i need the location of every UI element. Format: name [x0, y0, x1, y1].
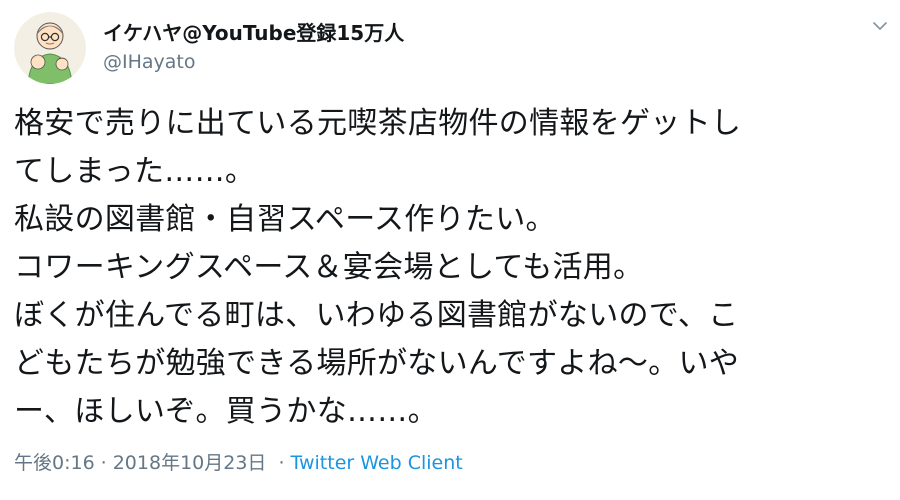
tweet-text-line: 私設の図書館・自習スペース作りたい。 — [14, 202, 556, 237]
separator: · — [278, 452, 285, 474]
tweet-card: イケハヤ@YouTube登録15万人 @IHayato 格安で売りに出ている元喫… — [0, 0, 900, 500]
source-link[interactable]: Twitter Web Client — [291, 452, 463, 474]
tweet-text-line: ー、ほしいぞ。買うかな……。 — [14, 394, 438, 429]
user-handle[interactable]: @IHayato — [103, 50, 196, 74]
avatar[interactable] — [14, 12, 86, 84]
date-text: 2018年10月23日 — [112, 452, 267, 474]
time-text: 午後0:16 — [14, 452, 95, 474]
tweet-text-line: ぼくが住んでる町は、いわゆる図書館がないので、こ — [14, 298, 739, 333]
tweet-text-line: どもたちが勉強できる場所がないんですよね〜。いや — [14, 346, 740, 381]
tweet-text-line: 格安で売りに出ている元喫茶店物件の情報をゲットし — [14, 106, 742, 141]
tweet-text-line: コワーキングスペース＆宴会場としても活用。 — [14, 250, 644, 285]
separator: · — [100, 452, 107, 474]
tweet-time[interactable]: 午後0:16 · 2018年10月23日 — [14, 452, 272, 474]
tweet-text-line: てしまった……。 — [14, 154, 256, 189]
avatar-illustration-icon — [14, 12, 86, 84]
display-name[interactable]: イケハヤ@YouTube登録15万人 — [103, 20, 404, 46]
chevron-down-icon[interactable] — [868, 14, 892, 38]
tweet-meta: 午後0:16 · 2018年10月23日 · Twitter Web Client — [14, 450, 463, 476]
tweet-text: 格安で売りに出ている元喫茶店物件の情報をゲットし てしまった……。 私設の図書館… — [14, 100, 894, 436]
